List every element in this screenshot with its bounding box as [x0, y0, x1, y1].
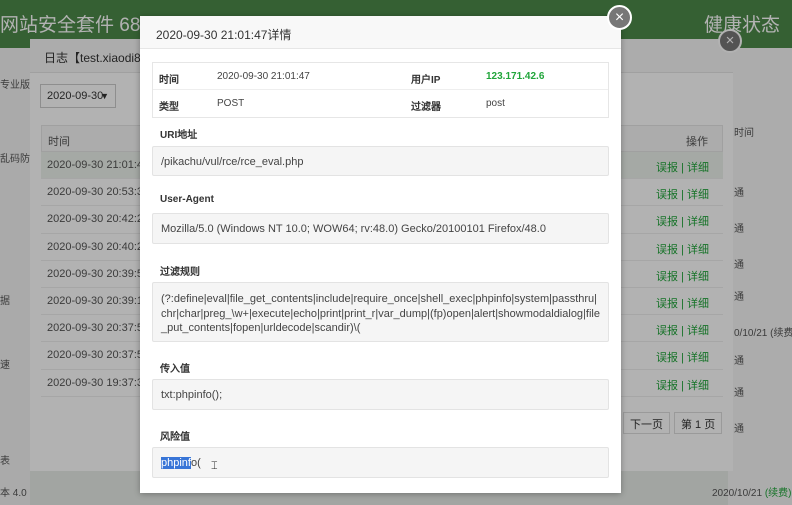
- text-cursor-icon: ⌶: [211, 460, 218, 472]
- time-label: 时间: [159, 75, 179, 86]
- info-row: 时间 2020-09-30 21:01:47 用户IP 123.171.42.6: [153, 63, 608, 90]
- filter-rule-label: 过滤规则: [160, 267, 200, 278]
- filter-label: 过滤器: [411, 102, 441, 113]
- detail-dialog-title: 2020-09-30 21:01:47详情: [156, 28, 292, 42]
- detail-dialog: 2020-09-30 21:01:47详情 时间 2020-09-30 21:0…: [140, 16, 621, 493]
- user-agent-label: User-Agent: [160, 194, 214, 205]
- filter-value: post: [486, 98, 505, 109]
- uri-label: URI地址: [160, 130, 198, 141]
- risk-value-label: 风险值: [160, 432, 190, 443]
- ip-label: 用户IP: [411, 75, 441, 86]
- time-value: 2020-09-30 21:01:47: [217, 71, 310, 82]
- input-value-label: 传入值: [160, 364, 190, 375]
- type-value: POST: [217, 98, 245, 109]
- uri-value-box: /pikachu/vul/rce/rce_eval.php: [152, 146, 609, 176]
- detail-info-table: 时间 2020-09-30 21:01:47 用户IP 123.171.42.6…: [152, 62, 609, 118]
- risk-value-rest: o(: [190, 457, 201, 469]
- user-agent-value: Mozilla/5.0 (Windows NT 10.0; WOW64; rv:…: [161, 223, 546, 235]
- input-value-box: txt:phpinfo();: [152, 379, 609, 410]
- risk-value-selected: phpinf: [161, 457, 191, 469]
- risk-value-box[interactable]: phpinfo(: [152, 447, 609, 478]
- type-label: 类型: [159, 102, 179, 113]
- detail-dialog-close-icon[interactable]: ×: [607, 5, 632, 30]
- filter-rule-value: (?:define|eval|file_get_contents|include…: [161, 293, 600, 334]
- input-value: txt:phpinfo();: [161, 389, 223, 401]
- detail-dialog-header: 2020-09-30 21:01:47详情: [140, 16, 621, 49]
- info-row: 类型 POST 过滤器 post: [153, 90, 608, 117]
- ip-value: 123.171.42.6: [486, 71, 545, 82]
- uri-value: /pikachu/vul/rce/rce_eval.php: [161, 156, 304, 168]
- user-agent-value-box: Mozilla/5.0 (Windows NT 10.0; WOW64; rv:…: [152, 213, 609, 244]
- filter-rule-box: (?:define|eval|file_get_contents|include…: [152, 282, 609, 342]
